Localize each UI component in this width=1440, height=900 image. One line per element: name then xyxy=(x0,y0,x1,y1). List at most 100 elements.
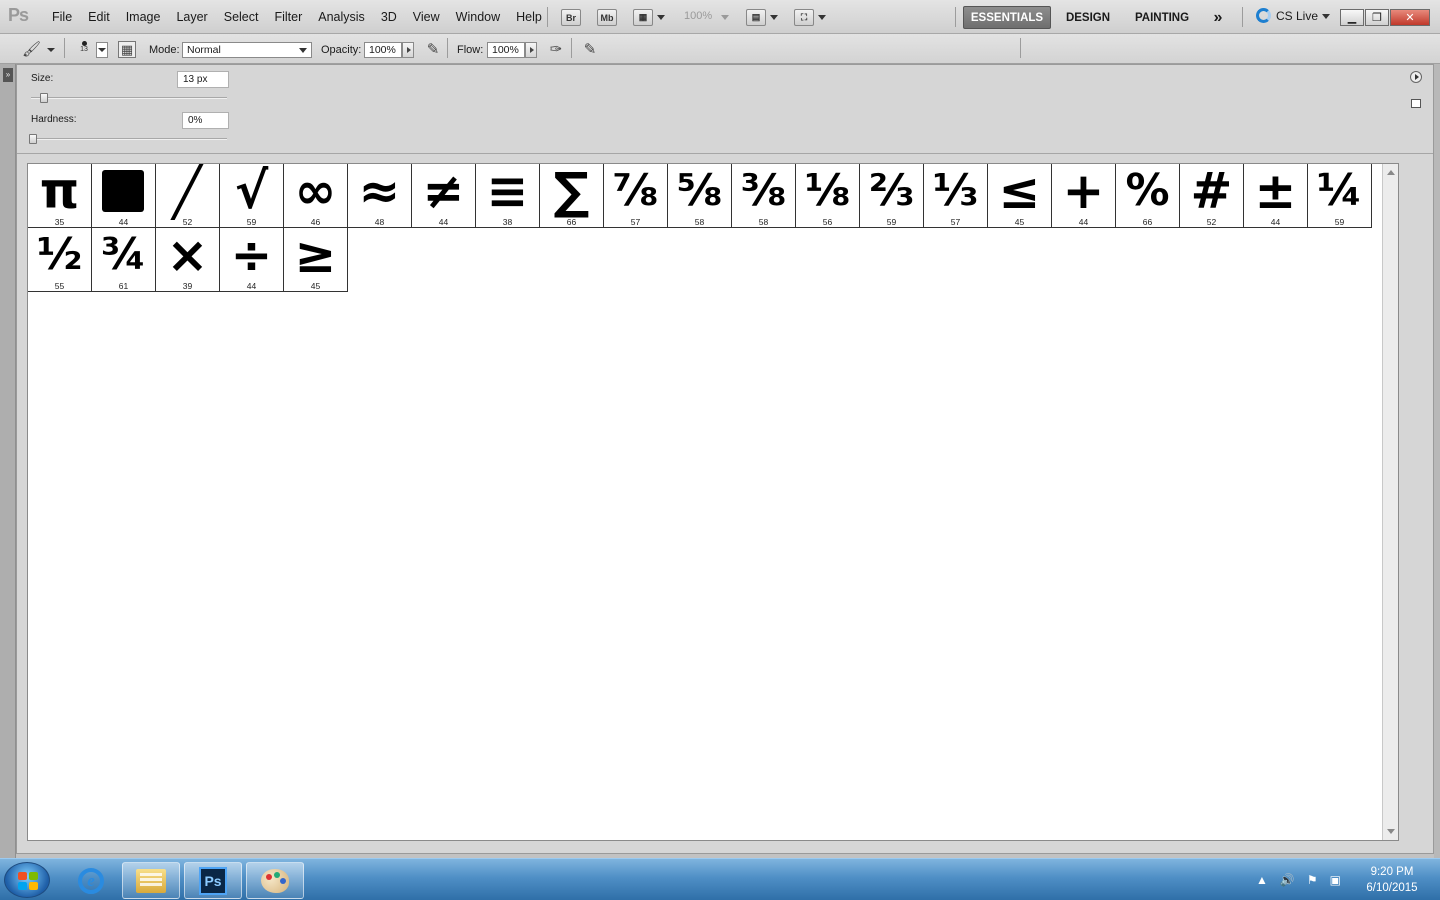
brush-preset[interactable]: ¾ 61 xyxy=(92,228,156,292)
opacity-slider-toggle[interactable] xyxy=(402,42,414,58)
menu-analysis[interactable]: Analysis xyxy=(310,10,373,24)
brush-preset[interactable]: ∑ 66 xyxy=(540,164,604,228)
menu-edit[interactable]: Edit xyxy=(80,10,118,24)
size-slider[interactable] xyxy=(31,97,227,99)
menu-image[interactable]: Image xyxy=(118,10,169,24)
blend-mode-select[interactable]: Normal xyxy=(182,42,312,58)
menu-3d[interactable]: 3D xyxy=(373,10,405,24)
chevron-down-icon[interactable] xyxy=(657,15,665,20)
workspace-design[interactable]: DESIGN xyxy=(1058,6,1118,29)
pressure-opacity-icon[interactable]: ✎ xyxy=(424,41,442,59)
brush-preset[interactable]: #52 xyxy=(1180,164,1244,228)
menu-view[interactable]: View xyxy=(405,10,448,24)
brush-preset[interactable]: ≈48 xyxy=(348,164,412,228)
tools-panel-collapsed: » xyxy=(0,64,16,858)
flow-input[interactable]: 100% xyxy=(487,42,525,58)
zoom-level[interactable]: 100% xyxy=(684,10,712,22)
brush-preset[interactable]: ⅛ 56 xyxy=(796,164,860,228)
system-tray: ▲ 🔊 ⚑ ▣ xyxy=(1256,859,1353,900)
menu-file[interactable]: File xyxy=(44,10,80,24)
scroll-up-icon[interactable] xyxy=(1387,170,1395,175)
picker-menu-button[interactable] xyxy=(1410,71,1422,83)
pressure-size-icon[interactable]: ✎ xyxy=(581,41,599,59)
brush-preset-glyph: × xyxy=(166,226,209,284)
brush-preset[interactable]: ±44 xyxy=(1244,164,1308,228)
brush-preset[interactable]: ⅔ 59 xyxy=(860,164,924,228)
brush-panel-toggle[interactable]: ▦ xyxy=(118,41,136,58)
photoshop-icon: Ps xyxy=(199,866,227,895)
brush-preset[interactable]: ⅓ 57 xyxy=(924,164,988,228)
brush-preset[interactable]: ≤45 xyxy=(988,164,1052,228)
brush-preset[interactable]: ∞ 46 xyxy=(284,164,348,228)
close-button[interactable]: ✕ xyxy=(1390,9,1430,26)
opacity-input[interactable]: 100% xyxy=(364,42,402,58)
system-clock[interactable]: 9:20 PM 6/10/2015 xyxy=(1352,864,1432,896)
flow-slider-toggle[interactable] xyxy=(525,42,537,58)
show-hidden-icons-icon[interactable]: ▲ xyxy=(1256,873,1268,887)
size-slider-thumb[interactable] xyxy=(40,93,48,103)
brush-preset[interactable]: % 66 xyxy=(1116,164,1180,228)
view-extras-button[interactable]: ▦ xyxy=(633,9,653,26)
brush-preset[interactable]: ⅜ 58 xyxy=(732,164,796,228)
mini-bridge-button[interactable]: Mb xyxy=(597,9,617,26)
more-workspaces-button[interactable]: » xyxy=(1206,6,1230,29)
brush-preset[interactable]: √ 59 xyxy=(220,164,284,228)
size-input[interactable]: 13 px xyxy=(177,71,229,88)
volume-icon[interactable]: 🔊 xyxy=(1280,873,1295,887)
minimize-button[interactable]: ▁ xyxy=(1340,9,1364,26)
preset-scrollbar[interactable] xyxy=(1382,164,1398,840)
brush-preset[interactable]: ¼ 59 xyxy=(1308,164,1372,228)
scroll-down-icon[interactable] xyxy=(1387,829,1395,834)
tool-preset-dropdown[interactable] xyxy=(47,48,55,52)
menu-select[interactable]: Select xyxy=(216,10,267,24)
restore-button[interactable]: ❐ xyxy=(1365,9,1389,26)
hardness-slider-thumb[interactable] xyxy=(29,134,37,144)
brush-preset[interactable]: 44 xyxy=(92,164,156,228)
brush-preset[interactable]: ⅝ 58 xyxy=(668,164,732,228)
brush-preset-picker-toggle[interactable] xyxy=(96,42,108,58)
chevron-down-icon[interactable] xyxy=(770,15,778,20)
picker-divider xyxy=(17,153,1433,154)
start-button[interactable] xyxy=(4,862,50,898)
expand-panel-icon[interactable]: » xyxy=(3,68,13,82)
screen-mode-button[interactable]: ⛶ xyxy=(794,9,814,26)
airbrush-icon[interactable]: ✑ xyxy=(547,41,565,59)
bridge-button[interactable]: Br xyxy=(561,9,581,26)
workspace-essentials[interactable]: ESSENTIALS xyxy=(963,6,1051,29)
hardness-input[interactable]: 0% xyxy=(182,112,229,129)
brush-preset[interactable]: ╱ 52 xyxy=(156,164,220,228)
brush-preset[interactable]: ⅞ 57 xyxy=(604,164,668,228)
brush-preset[interactable]: ÷ 44 xyxy=(220,228,284,292)
new-preset-icon[interactable] xyxy=(1411,99,1421,108)
taskbar-photoshop[interactable]: Ps xyxy=(184,862,242,899)
arrange-documents-button[interactable]: ▤ xyxy=(746,9,766,26)
close-icon: ✕ xyxy=(1405,12,1415,24)
brush-preset[interactable]: × 39 xyxy=(156,228,220,292)
brush-tool-icon[interactable]: 🖌 xyxy=(22,41,41,59)
brush-preset[interactable]: ≠ 44 xyxy=(412,164,476,228)
menu-window[interactable]: Window xyxy=(448,10,508,24)
taskbar-file-explorer[interactable] xyxy=(122,862,180,899)
brush-preset[interactable]: +44 xyxy=(1052,164,1116,228)
taskbar-internet-explorer[interactable]: e xyxy=(62,862,120,899)
menu-help[interactable]: Help xyxy=(508,10,550,24)
brush-preset[interactable]: ≡ 38 xyxy=(476,164,540,228)
hardness-slider[interactable] xyxy=(31,138,227,140)
brush-preset-size: 39 xyxy=(182,281,193,291)
workspace-painting[interactable]: PAINTING xyxy=(1126,6,1198,29)
cs-live-button[interactable]: CS Live xyxy=(1256,8,1331,23)
brush-preset-preview[interactable]: 13 xyxy=(78,39,90,59)
action-center-icon[interactable]: ⚑ xyxy=(1307,873,1318,887)
brush-preset-glyph: ≠ xyxy=(422,163,465,220)
brush-preset[interactable]: ≥45 xyxy=(284,228,348,292)
chevron-down-icon[interactable] xyxy=(818,15,826,20)
brush-preset[interactable]: π 35 xyxy=(28,164,92,228)
flow-label: Flow: xyxy=(457,44,484,56)
menu-layer[interactable]: Layer xyxy=(168,10,215,24)
taskbar-paint[interactable] xyxy=(246,862,304,899)
chevron-down-icon[interactable] xyxy=(721,15,729,20)
menu-filter[interactable]: Filter xyxy=(266,10,310,24)
network-icon[interactable]: ▣ xyxy=(1330,873,1341,887)
brush-preset[interactable]: ½ 55 xyxy=(28,228,92,292)
brush-preset-glyph: ¾ xyxy=(100,229,147,280)
